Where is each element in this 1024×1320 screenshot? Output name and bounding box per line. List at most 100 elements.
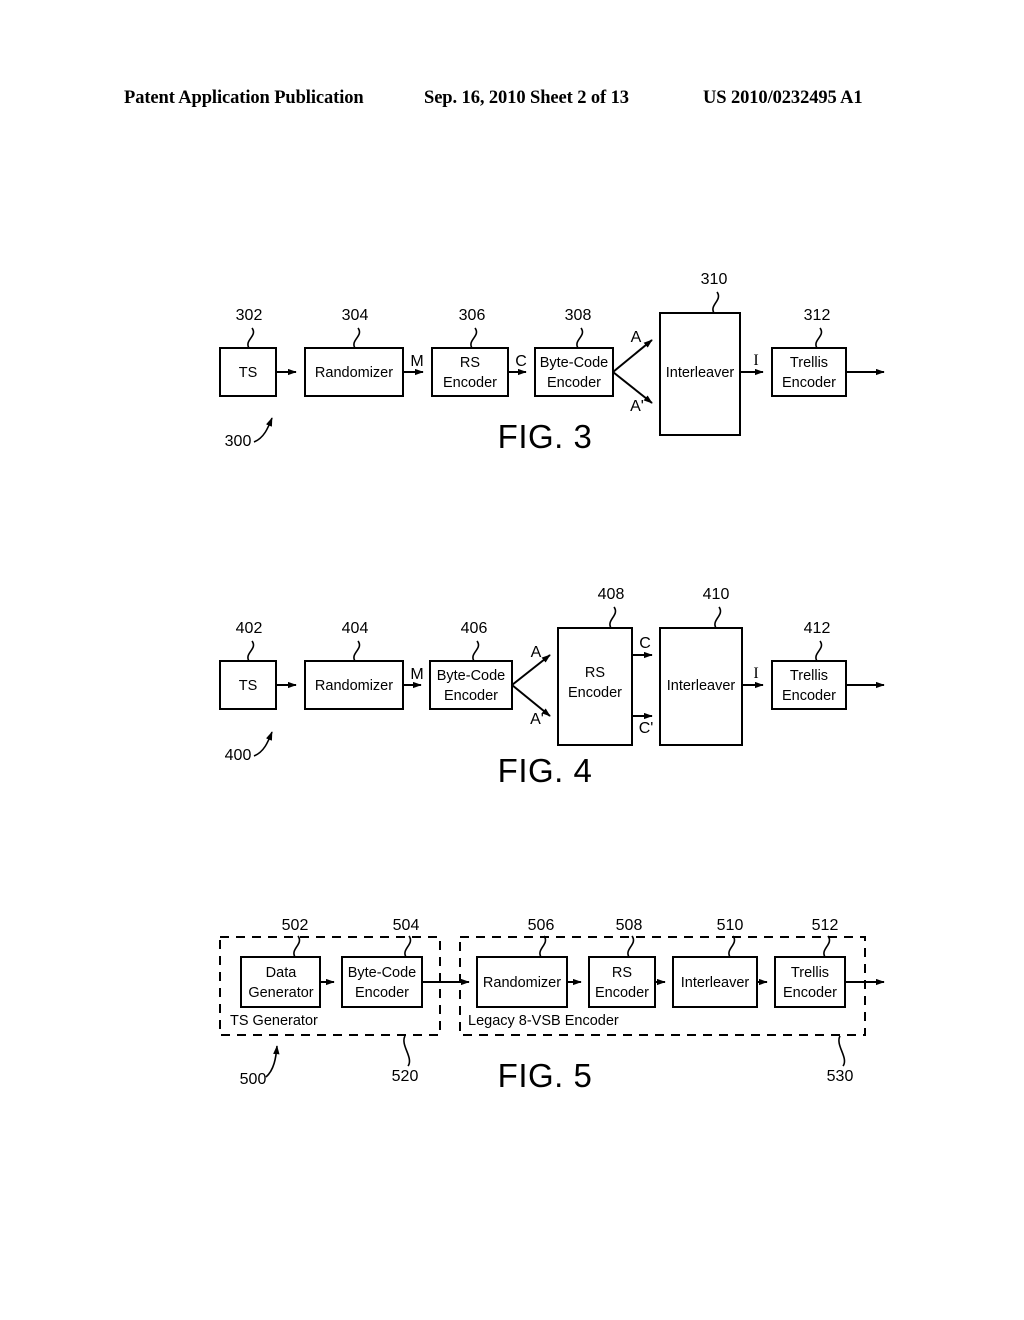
reference-number-404: 404 [342,620,369,637]
block-label-line2: Encoder [443,375,497,391]
figure-title-fig3: FIG. 3 [498,418,593,455]
reference-number-508: 508 [616,917,643,934]
figures-container: TS Randomizer RS Encoder Byte-Code Encod… [219,271,885,1094]
signal-label-c-prime: C' [639,720,654,737]
reference-number-310: 310 [701,271,728,288]
block-label-line1: RS [585,665,605,681]
block-label: Randomizer [315,365,393,381]
leader-line-406 [472,640,480,662]
leader-line-308 [576,327,584,349]
block-randomizer-404: Randomizer [304,660,404,710]
block-rs-encoder-408: RS Encoder [557,627,633,746]
block-label-line1: RS [460,355,480,371]
block-label-line1: Data [266,965,298,981]
reference-number-412: 412 [804,620,831,637]
block-trellis-encoder-512: Trellis Encoder [774,956,846,1008]
reference-number-406: 406 [461,620,488,637]
figure-title-fig4: FIG. 4 [498,752,593,789]
leader-line-508 [627,935,635,958]
signal-label-a: A [531,644,542,661]
signal-label-a: A [631,329,642,346]
reference-number-510: 510 [717,917,744,934]
block-byte-code-encoder-406: Byte-Code Encoder [429,660,513,710]
signal-label-a-prime: A' [630,398,644,415]
leader-arrow-300 [253,417,273,443]
reference-number-402: 402 [236,620,263,637]
block-label-line2: Encoder [444,688,498,704]
block-label-line1: Byte-Code [348,965,417,981]
block-label: Randomizer [315,678,393,694]
block-byte-code-encoder-504: Byte-Code Encoder [341,956,423,1008]
block-ts-302: TS [219,347,277,397]
block-label-line2: Encoder [782,688,836,704]
reference-number-530: 530 [827,1068,854,1085]
reference-number-400: 400 [225,747,252,764]
leader-line-306 [470,327,478,349]
figure-title-fig5: FIG. 5 [498,1057,593,1094]
leader-line-502 [293,935,301,958]
signal-label-a-prime: A' [530,711,544,728]
block-label: Randomizer [483,975,561,991]
reference-number-408: 408 [598,586,625,603]
block-label-line2: Generator [248,985,313,1001]
block-label: Interleaver [667,678,736,694]
signal-label-m: M [410,353,423,370]
reference-number-302: 302 [236,307,263,324]
leader-line-404 [353,640,361,662]
signal-label-i: I [753,665,758,682]
leader-line-402 [247,640,255,662]
figure-fig4: TS Randomizer Byte-Code Encoder RS Encod… [219,586,885,789]
block-trellis-encoder-312: Trellis Encoder [771,347,847,397]
reference-number-520: 520 [392,1068,419,1085]
leader-line-504 [404,935,412,958]
block-ts-402: TS [219,660,277,710]
leader-line-506 [539,935,547,958]
reference-number-504: 504 [393,917,420,934]
reference-number-410: 410 [703,586,730,603]
reference-number-312: 312 [804,307,831,324]
block-label: TS [239,365,258,381]
leader-arrow-400 [253,731,273,757]
block-label-line1: Trellis [790,355,828,371]
block-label-line2: Encoder [547,375,601,391]
block-data-generator-502: Data Generator [240,956,321,1008]
block-label: Interleaver [681,975,750,991]
block-label-line2: Encoder [595,985,649,1001]
block-interleaver-510: Interleaver [672,956,758,1008]
block-interleaver-410: Interleaver [659,627,743,746]
block-rs-encoder-306: RS Encoder [431,347,509,397]
block-interleaver-310: Interleaver [659,312,741,436]
reference-number-304: 304 [342,307,369,324]
block-label-line1: Trellis [790,668,828,684]
reference-number-502: 502 [282,917,309,934]
reference-number-512: 512 [812,917,839,934]
block-label-line2: Encoder [568,685,622,701]
block-label-line2: Encoder [782,375,836,391]
block-randomizer-304: Randomizer [304,347,404,397]
block-label: Interleaver [666,365,735,381]
figure-fig5: TS Generator Legacy 8-VSB Encoder Data G… [219,917,885,1094]
patent-page: Patent Application Publication Sep. 16, … [0,0,1024,1320]
leader-line-408 [609,606,617,629]
reference-number-300: 300 [225,433,252,450]
reference-number-308: 308 [565,307,592,324]
signal-label-c: C [515,353,527,370]
block-trellis-encoder-412: Trellis Encoder [771,660,847,710]
leader-line-412 [815,640,823,662]
leader-line-510 [728,935,736,958]
block-label: TS [239,678,258,694]
block-randomizer-506: Randomizer [476,956,568,1008]
block-label-line1: Trellis [791,965,829,981]
group-label-ts-generator: TS Generator [230,1013,318,1029]
block-label-line2: Encoder [355,985,409,1001]
block-byte-code-encoder-308: Byte-Code Encoder [534,347,614,397]
reference-number-306: 306 [459,307,486,324]
leader-line-312 [815,327,823,349]
block-label-line1: Byte-Code [437,668,506,684]
reference-number-506: 506 [528,917,555,934]
group-label-legacy-8vsb-encoder: Legacy 8-VSB Encoder [468,1013,619,1029]
leader-line-512 [823,935,831,958]
signal-label-m: M [410,666,423,683]
leader-line-304 [353,327,361,349]
block-rs-encoder-508: RS Encoder [588,956,656,1008]
